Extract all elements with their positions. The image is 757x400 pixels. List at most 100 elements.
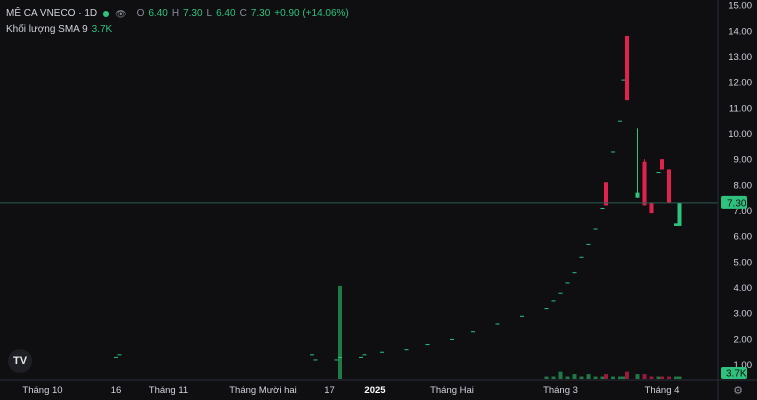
volume-bar bbox=[667, 376, 671, 379]
open-label: O bbox=[136, 8, 145, 19]
candle-body bbox=[677, 202, 682, 226]
x-tick-label: Tháng Mười hai bbox=[229, 385, 297, 396]
settings-icon[interactable]: ⚙ bbox=[731, 383, 745, 397]
volume-bar bbox=[551, 376, 556, 379]
candle-body bbox=[313, 359, 318, 361]
volume-bar bbox=[604, 374, 608, 379]
volume-indicator-label[interactable]: Khối lượng SMA 9 bbox=[6, 22, 88, 38]
price-badge-text: 7.30 bbox=[727, 198, 747, 209]
volume-bar bbox=[338, 285, 342, 379]
x-tick-label: 17 bbox=[324, 385, 335, 396]
y-tick-label: 8.00 bbox=[734, 180, 753, 191]
y-tick-label: 9.00 bbox=[734, 155, 753, 166]
volume-bar bbox=[621, 376, 626, 379]
volume-bar bbox=[642, 374, 647, 379]
y-tick-label: 4.00 bbox=[734, 283, 753, 294]
candle-body bbox=[471, 331, 475, 333]
y-tick-label: 15.00 bbox=[728, 1, 752, 12]
eye-icon[interactable]: 👁 bbox=[115, 6, 126, 22]
volume-bar bbox=[544, 376, 549, 379]
volume-bar bbox=[611, 376, 615, 379]
candles bbox=[9, 35, 682, 361]
candle-body bbox=[621, 79, 626, 81]
y-tick-label: 5.00 bbox=[734, 257, 753, 268]
candle-body bbox=[544, 308, 549, 310]
volume-bar bbox=[579, 376, 584, 379]
candle-body bbox=[551, 300, 556, 302]
volume-bar bbox=[677, 376, 682, 379]
volume-bar bbox=[600, 376, 605, 379]
volume-badge-text: 3.7K bbox=[726, 369, 747, 380]
candle-body bbox=[579, 256, 584, 258]
candle-body bbox=[618, 120, 622, 122]
candle-body bbox=[450, 338, 454, 340]
change-value: +0.90 (+14.06%) bbox=[274, 8, 349, 19]
candle-body bbox=[359, 356, 363, 358]
candle-body bbox=[310, 354, 314, 356]
candle-body bbox=[425, 344, 430, 346]
low-label: L bbox=[206, 8, 213, 19]
volume-bar bbox=[618, 376, 622, 379]
candle-body bbox=[649, 202, 654, 214]
volume-bar bbox=[586, 374, 591, 379]
low-value: 6.40 bbox=[216, 8, 236, 19]
volume-bar bbox=[649, 376, 654, 379]
volume-bar bbox=[565, 376, 570, 379]
x-tick-label: 16 bbox=[111, 385, 122, 396]
candle-body bbox=[380, 351, 384, 353]
volume-bar bbox=[635, 374, 640, 379]
status-dot bbox=[103, 11, 110, 17]
high-value: 7.30 bbox=[183, 8, 203, 19]
candle-body bbox=[114, 356, 118, 358]
y-tick-label: 11.00 bbox=[729, 103, 752, 114]
candle-body bbox=[660, 159, 664, 170]
close-label: C bbox=[239, 8, 247, 19]
tradingview-logo-icon[interactable]: TV bbox=[8, 349, 32, 373]
candle-body bbox=[404, 349, 409, 351]
high-label: H bbox=[171, 8, 180, 19]
candle-body bbox=[642, 161, 647, 206]
x-tick-label: Tháng 4 bbox=[645, 385, 680, 396]
volume-bar bbox=[593, 376, 598, 379]
candle-body bbox=[495, 323, 500, 325]
candle-body bbox=[558, 292, 563, 294]
candle-body bbox=[674, 223, 678, 226]
x-tick-label: Tháng 10 bbox=[22, 385, 62, 396]
volume-bar bbox=[572, 374, 577, 379]
candle-body bbox=[625, 35, 629, 101]
time-axis[interactable]: Tháng 10 16 Tháng 11 Tháng Mười hai 17 2025 Th… bbox=[22, 385, 679, 396]
candle-body bbox=[565, 282, 570, 284]
candle-body bbox=[362, 354, 367, 356]
candle-body bbox=[611, 151, 615, 153]
y-tick-label: 12.00 bbox=[728, 78, 752, 89]
price-chart[interactable]: 1.002.003.004.005.006.007.008.009.0010.0… bbox=[0, 0, 757, 400]
candle-body bbox=[520, 315, 524, 317]
symbol-row: MÊ CA VNECO · 1D 👁 O 6.40 H 7.30 L 6.40 C 7.… bbox=[6, 6, 349, 22]
x-tick-label: 2025 bbox=[364, 385, 386, 396]
volume-indicator-value: 3.7K bbox=[91, 24, 113, 35]
candle-body bbox=[586, 243, 591, 245]
candle-body bbox=[635, 192, 640, 198]
volume-bar bbox=[660, 376, 664, 379]
y-tick-label: 6.00 bbox=[734, 232, 753, 243]
candle-body bbox=[572, 272, 577, 274]
y-tick-label: 14.00 bbox=[728, 26, 752, 37]
y-tick-label: 2.00 bbox=[734, 334, 753, 345]
x-tick-label: Tháng Hai bbox=[430, 385, 474, 396]
close-value: 7.30 bbox=[250, 8, 271, 19]
volume-row: Khối lượng SMA 9 3.7K bbox=[6, 22, 349, 38]
chart-legend: MÊ CA VNECO · 1D 👁 O 6.40 H 7.30 L 6.40 C 7.… bbox=[6, 6, 349, 38]
open-value: 6.40 bbox=[148, 8, 168, 19]
candle-body bbox=[600, 207, 605, 209]
candle-body bbox=[117, 354, 122, 356]
volume-bar bbox=[674, 376, 678, 379]
volume-bar bbox=[656, 376, 661, 379]
y-tick-label: 3.00 bbox=[734, 309, 753, 320]
symbol-title[interactable]: MÊ CA VNECO · 1D bbox=[6, 6, 97, 22]
candle-body bbox=[604, 182, 608, 206]
y-tick-label: 10.00 bbox=[728, 129, 752, 140]
candle-body bbox=[656, 172, 661, 174]
x-tick-label: Tháng 11 bbox=[149, 385, 188, 396]
candle-body bbox=[667, 169, 671, 203]
x-tick-label: Tháng 3 bbox=[543, 385, 578, 396]
